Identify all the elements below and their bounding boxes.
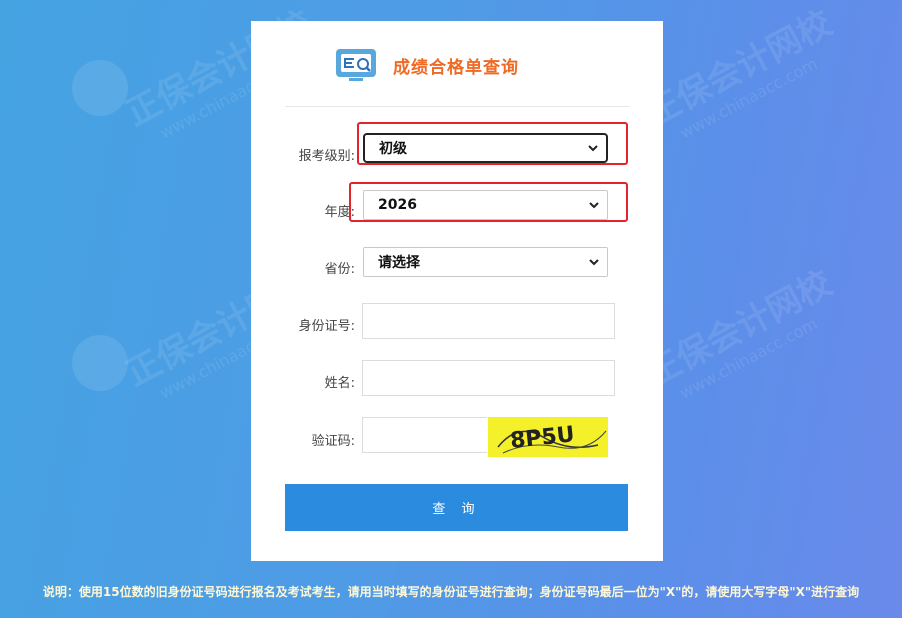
query-button[interactable]: 查 询	[285, 484, 628, 531]
year-highlight-box	[349, 182, 628, 222]
watermark-logo	[72, 60, 128, 116]
id-number-label: 身份证号:	[298, 319, 355, 334]
level-label: 报考级别:	[298, 149, 355, 164]
chevron-down-icon	[589, 259, 599, 266]
name-label: 姓名:	[324, 376, 355, 391]
year-label: 年度:	[324, 205, 355, 220]
card-header: 成绩合格单查询	[251, 21, 663, 107]
captcha-noise-graphic: 8P5U	[497, 422, 607, 454]
province-label: 省份:	[324, 262, 355, 277]
watermark-text: 正保会计网校 www.chinaacc.com	[639, 3, 839, 143]
page-title: 成绩合格单查询	[393, 58, 519, 78]
header-divider	[285, 106, 629, 107]
province-select[interactable]: 请选择	[363, 247, 608, 277]
level-highlight-box	[357, 122, 628, 165]
captcha-text: 8P5U	[509, 422, 576, 454]
watermark-logo	[72, 335, 128, 391]
document-search-icon	[336, 49, 376, 81]
id-number-input[interactable]	[362, 303, 615, 339]
captcha-label: 验证码:	[311, 434, 355, 449]
captcha-image[interactable]: 8P5U	[488, 417, 608, 457]
instruction-note: 说明：使用15位数的旧身份证号码进行报名及考试考生，请用当时填写的身份证号进行查…	[42, 585, 860, 599]
watermark-text: 正保会计网校 www.chinaacc.com	[639, 263, 839, 403]
province-select-value: 请选择	[378, 255, 420, 271]
query-card: 成绩合格单查询 报考级别: 初级 年度: 2026 省份: 请选择 身份证号: …	[251, 21, 663, 561]
name-input[interactable]	[362, 360, 615, 396]
captcha-input[interactable]	[362, 417, 487, 453]
